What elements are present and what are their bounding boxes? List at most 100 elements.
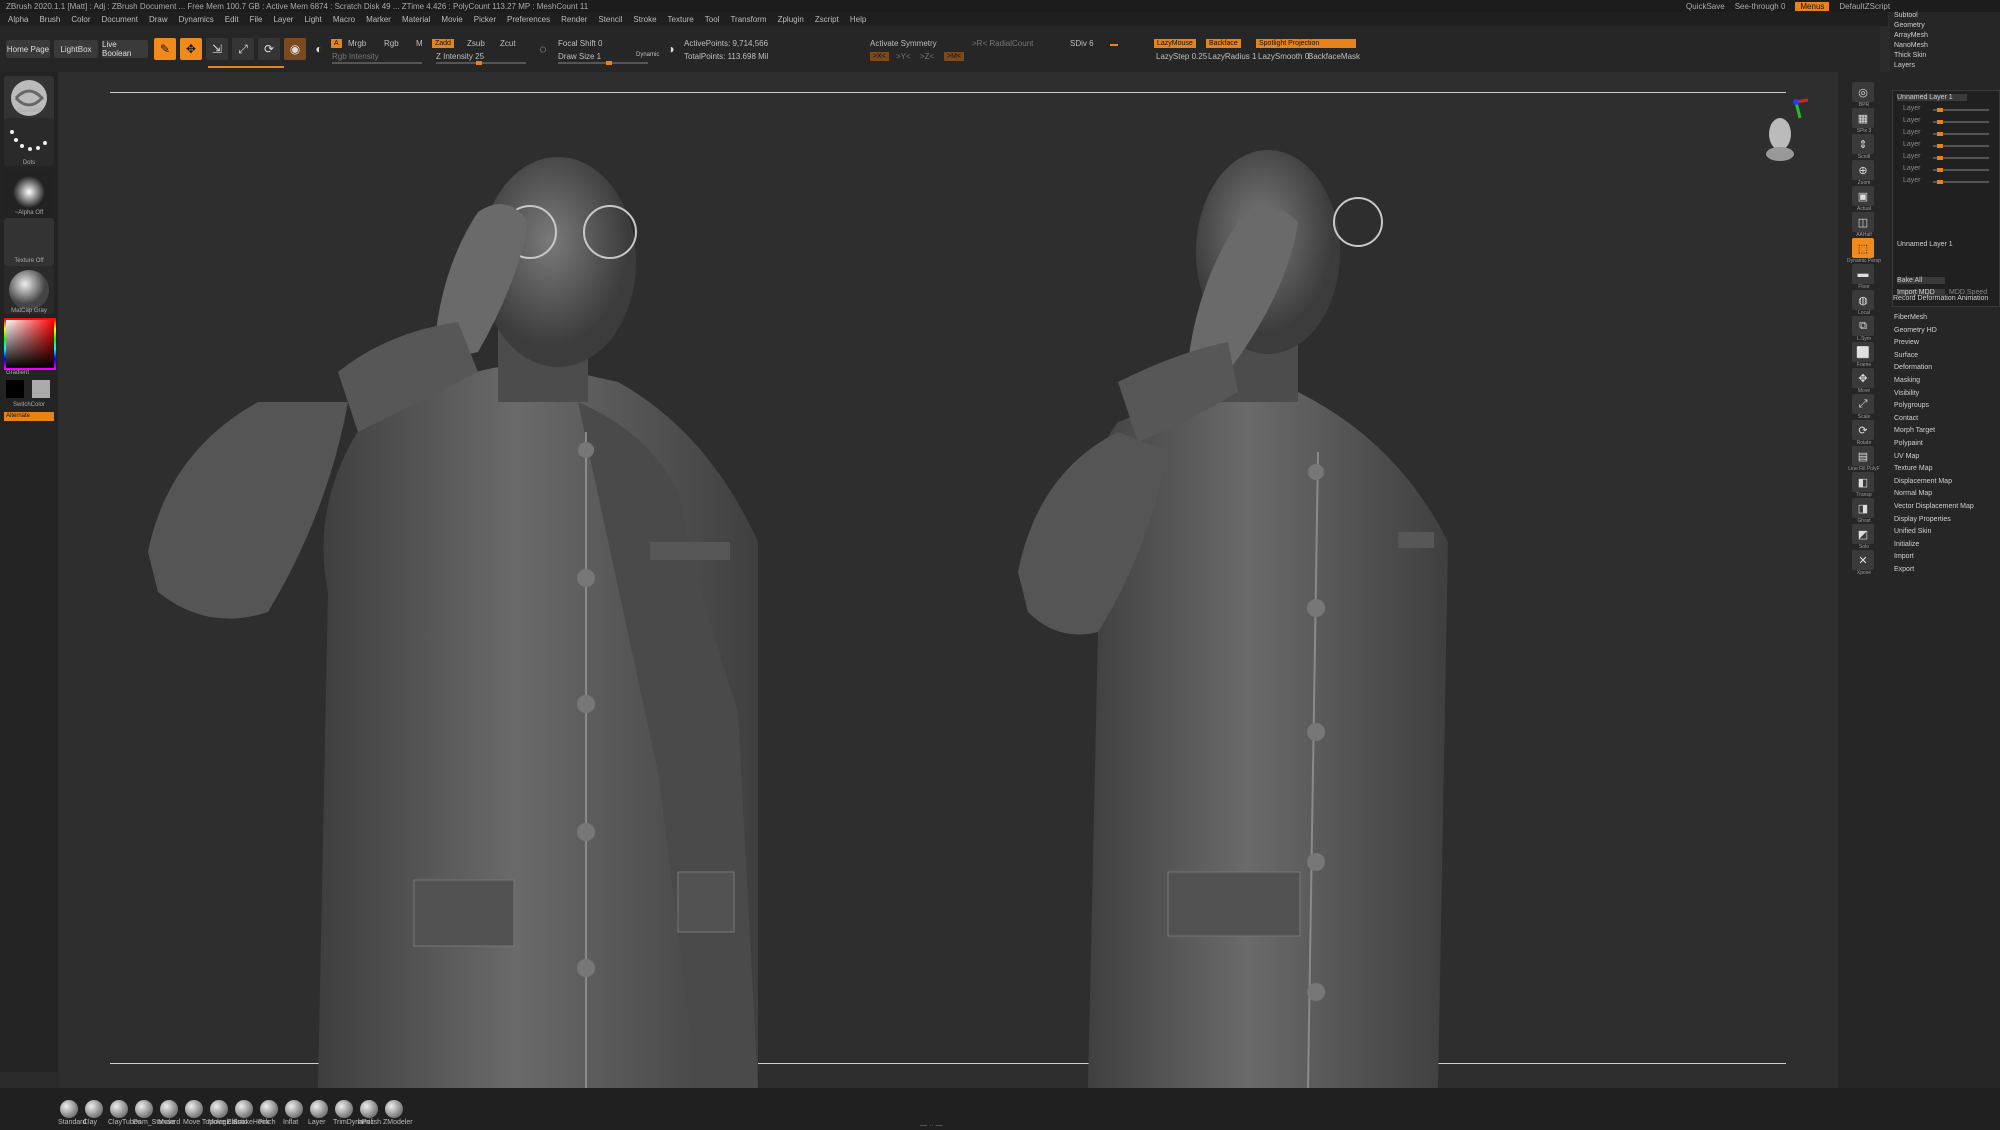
draw-mode-button[interactable]: ✥ (180, 38, 202, 60)
lightbox-button[interactable]: LightBox (54, 40, 98, 58)
brush-dam_standard-icon[interactable] (135, 1100, 153, 1118)
view-zoom-button[interactable]: ⊕ (1852, 160, 1874, 180)
rgb-intensity-slider[interactable]: Rgb Intensity (332, 52, 379, 61)
menu-stencil[interactable]: Stencil (598, 15, 622, 24)
rgb-toggle[interactable]: Rgb (384, 39, 399, 48)
view-floor-button[interactable]: ▬ (1852, 264, 1874, 284)
draw-size-track[interactable] (558, 61, 648, 65)
view-xpose-button[interactable]: ✕ (1852, 550, 1874, 570)
view-frame-button[interactable]: ⬜ (1852, 342, 1874, 362)
menu-layer[interactable]: Layer (273, 15, 293, 24)
panel-item-texture-map[interactable]: Texture Map (1894, 465, 1933, 472)
panel-item-surface[interactable]: Surface (1894, 352, 1918, 359)
panel-item-normal-map[interactable]: Normal Map (1894, 490, 1932, 497)
menu-zplugin[interactable]: Zplugin (778, 15, 804, 24)
layer-strength-thumb[interactable] (1937, 156, 1943, 160)
menu-edit[interactable]: Edit (225, 15, 239, 24)
view-l-sym-button[interactable]: ⧉ (1852, 316, 1874, 336)
sym-x-toggle[interactable]: >X< (870, 52, 889, 61)
rotate-mode-button[interactable]: ⟳ (258, 38, 280, 60)
m-toggle[interactable]: M (416, 39, 423, 48)
z-intensity-thumb[interactable] (476, 61, 482, 65)
panel-item-displacement-map[interactable]: Displacement Map (1894, 478, 1952, 485)
focal-shift-slider[interactable]: Focal Shift 0 (558, 39, 602, 48)
switch-color-label[interactable]: SwitchColor (0, 402, 58, 408)
menu-material[interactable]: Material (402, 15, 430, 24)
panel-item-visibility[interactable]: Visibility (1894, 390, 1919, 397)
panel-item-thick-skin[interactable]: Thick Skin (1894, 52, 1926, 59)
menu-render[interactable]: Render (561, 15, 587, 24)
alternate-button[interactable]: Alternate (4, 412, 54, 421)
view-ghost-button[interactable]: ◨ (1852, 498, 1874, 518)
panel-item-morph-target[interactable]: Morph Target (1894, 427, 1935, 434)
brush-snakehook-icon[interactable] (235, 1100, 253, 1118)
layer-row[interactable]: Layer (1903, 153, 1921, 160)
a-toggle[interactable]: A (331, 39, 342, 48)
menu-picker[interactable]: Picker (474, 15, 496, 24)
view-move-button[interactable]: ✥ (1852, 368, 1874, 388)
backface-toggle[interactable]: Backface (1206, 39, 1241, 48)
menu-tool[interactable]: Tool (705, 15, 720, 24)
layer-strength-slider[interactable] (1933, 168, 1989, 172)
panel-item-fibermesh[interactable]: FiberMesh (1894, 314, 1927, 321)
brush-move-topological-icon[interactable] (185, 1100, 203, 1118)
sym-z-toggle[interactable]: >Z< (920, 52, 934, 61)
draw-size-slider[interactable]: Draw Size 1 (558, 52, 601, 61)
record-deformations-button[interactable]: Record Deformation Animation (1893, 295, 1988, 302)
figure-front-view[interactable] (148, 157, 758, 1088)
mrgb-toggle[interactable]: Mrgb (348, 39, 366, 48)
sym-y-toggle[interactable]: >Y< (896, 52, 911, 61)
layer-row[interactable]: Layer (1903, 177, 1921, 184)
menu-marker[interactable]: Marker (366, 15, 391, 24)
panel-item-nanomesh[interactable]: NanoMesh (1894, 42, 1928, 49)
layer-row[interactable]: Layer (1903, 165, 1921, 172)
menu-zscript[interactable]: Zscript (815, 15, 839, 24)
brush-trimdynamic-icon[interactable] (335, 1100, 353, 1118)
layer-strength-slider[interactable] (1933, 144, 1989, 148)
view-line-fill-polyf-button[interactable]: ▤ (1852, 446, 1874, 466)
navigation-gizmo[interactable] (1766, 98, 1809, 161)
zcut-toggle[interactable]: Zcut (500, 39, 516, 48)
lazy-step-slider[interactable]: LazyStep 0.25 (1156, 52, 1207, 61)
menu-document[interactable]: Document (102, 15, 138, 24)
sculpt-render[interactable] (58, 72, 1838, 1088)
layer-strength-thumb[interactable] (1937, 144, 1943, 148)
layer-strength-thumb[interactable] (1937, 120, 1943, 124)
lazy-smooth-slider[interactable]: LazySmooth 0 (1258, 52, 1309, 61)
view-scale-button[interactable]: ⤢ (1852, 394, 1874, 414)
view-spix-3-button[interactable]: ▦ (1852, 108, 1874, 128)
view-solo-button[interactable]: ◩ (1852, 524, 1874, 544)
layer-strength-thumb[interactable] (1937, 132, 1943, 136)
menu-color[interactable]: Color (71, 15, 90, 24)
activate-symmetry-button[interactable]: Activate Symmetry (870, 39, 937, 48)
menu-alpha[interactable]: Alpha (8, 15, 28, 24)
edit-mode-button[interactable]: ✎ (154, 38, 176, 60)
dynamic-toggle[interactable]: Dynamic (636, 52, 659, 58)
lazy-mouse-toggle[interactable]: LazyMouse (1154, 39, 1196, 48)
canvas-viewport[interactable] (58, 72, 1838, 1088)
view-bpr-button[interactable]: ◎ (1852, 82, 1874, 102)
panel-item-layers[interactable]: Layers (1894, 62, 1915, 69)
panel-item-contact[interactable]: Contact (1894, 415, 1918, 422)
panel-item-vector-displacement-map[interactable]: Vector Displacement Map (1894, 503, 1974, 510)
layer-row[interactable]: Layer (1903, 105, 1921, 112)
seethrough-slider[interactable]: See-through 0 (1735, 2, 1786, 11)
brush-clay-icon[interactable] (85, 1100, 103, 1118)
view-rotate-button[interactable]: ⟳ (1852, 420, 1874, 440)
menus-button[interactable]: Menus (1795, 1, 1830, 11)
layer-row[interactable]: Layer (1903, 129, 1921, 136)
lazy-radius-slider[interactable]: LazyRadius 1 (1208, 52, 1256, 61)
stroke-picker[interactable] (4, 118, 54, 166)
panel-item-arraymesh[interactable]: ArrayMesh (1894, 32, 1928, 39)
move-mode-button[interactable]: ⇲ (206, 38, 228, 60)
layer-strength-slider[interactable] (1933, 120, 1989, 124)
menu-light[interactable]: Light (304, 15, 321, 24)
live-boolean-button[interactable]: Live Boolean (102, 40, 148, 58)
layer-strength-thumb[interactable] (1937, 168, 1943, 172)
material-picker[interactable] (4, 266, 54, 314)
menu-help[interactable]: Help (850, 15, 866, 24)
radial-symmetry-toggle[interactable]: >R< RadialCount (972, 39, 1033, 48)
scale-mode-button[interactable]: ⤢ (232, 38, 254, 60)
view-scroll-button[interactable]: ⇕ (1852, 134, 1874, 154)
spotlight-projection-toggle[interactable]: Spotlight Projection (1256, 39, 1356, 48)
